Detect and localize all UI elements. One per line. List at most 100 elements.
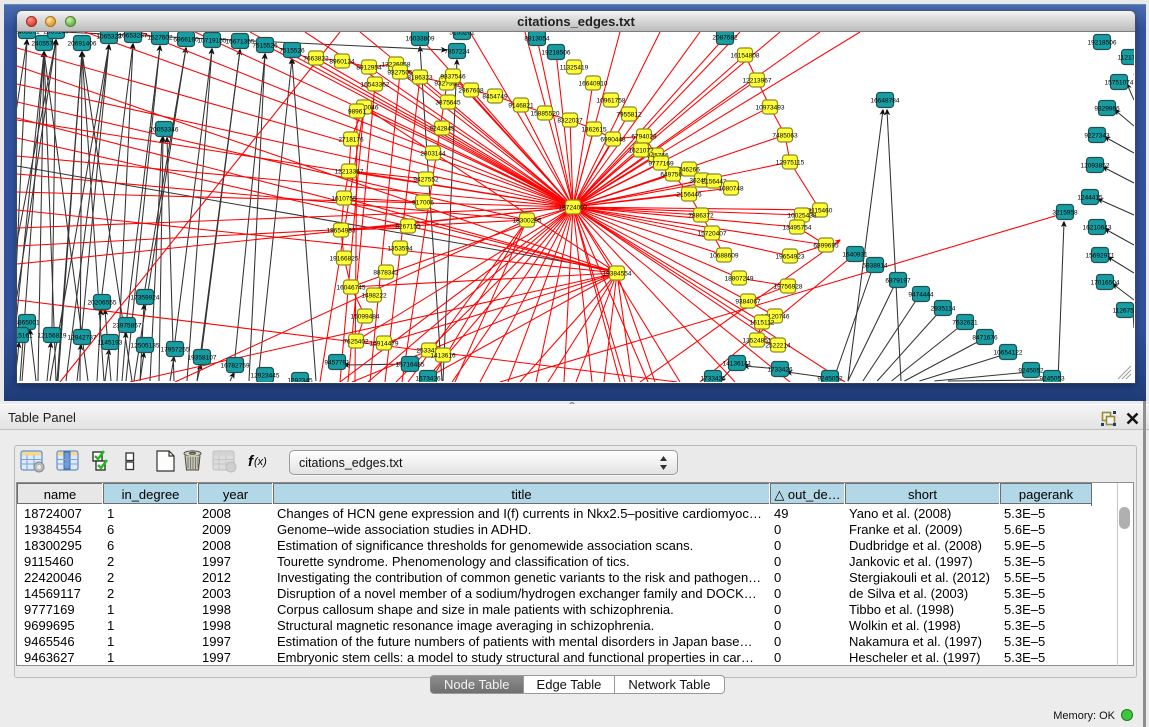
svg-text:6794028: 6794028 xyxy=(631,134,657,141)
svg-text:1244415: 1244415 xyxy=(1077,195,1103,202)
svg-text:9146821: 9146821 xyxy=(508,103,534,110)
svg-text:20206555: 20206555 xyxy=(88,300,117,307)
svg-text:7955812: 7955812 xyxy=(616,112,642,119)
svg-text:10654122: 10654122 xyxy=(994,350,1023,357)
svg-text:15716485: 15716485 xyxy=(396,362,425,369)
svg-text:20691406: 20691406 xyxy=(68,41,97,48)
svg-text:10653287: 10653287 xyxy=(119,33,148,40)
svg-text:7632621: 7632621 xyxy=(952,320,978,327)
svg-text:9327505: 9327505 xyxy=(387,70,413,77)
svg-text:9329966: 9329966 xyxy=(1094,106,1120,113)
svg-text:2522214: 2522214 xyxy=(765,343,791,350)
svg-text:3215958: 3215958 xyxy=(1052,210,1078,217)
svg-text:15720407: 15720407 xyxy=(698,231,727,238)
svg-text:2087682: 2087682 xyxy=(712,35,738,42)
svg-text:1733425: 1733425 xyxy=(700,376,726,383)
svg-text:1405571: 1405571 xyxy=(17,32,40,36)
svg-text:18724007: 18724007 xyxy=(559,205,588,212)
svg-text:917006: 917006 xyxy=(412,200,434,207)
svg-text:7485063: 7485063 xyxy=(772,133,798,140)
svg-text:17359924: 17359924 xyxy=(131,295,160,302)
svg-text:19654983: 19654983 xyxy=(327,228,356,235)
svg-text:2935114: 2935114 xyxy=(931,306,956,313)
svg-text:2405571: 2405571 xyxy=(31,41,57,48)
svg-text:7663822: 7663822 xyxy=(303,56,329,63)
svg-text:19166825: 19166825 xyxy=(330,256,359,263)
svg-text:19218506: 19218506 xyxy=(1088,40,1117,47)
svg-text:13495754: 13495754 xyxy=(783,225,812,232)
svg-text:7857224: 7857224 xyxy=(444,49,470,56)
svg-text:15099484: 15099484 xyxy=(351,314,380,321)
svg-text:98961: 98961 xyxy=(348,109,366,116)
svg-text:9227343: 9227343 xyxy=(1084,133,1110,140)
svg-text:10973493: 10973493 xyxy=(756,105,785,112)
svg-text:19756928: 19756928 xyxy=(774,284,803,291)
svg-text:1621072: 1621072 xyxy=(628,148,654,155)
svg-text:4865001: 4865001 xyxy=(17,320,40,327)
svg-text:16210643: 16210643 xyxy=(1083,225,1112,232)
svg-text:12156819: 12156819 xyxy=(38,333,67,340)
svg-text:1673426: 1673426 xyxy=(415,376,441,383)
svg-text:2803144: 2803144 xyxy=(420,151,446,158)
svg-text:18807249: 18807249 xyxy=(725,276,754,283)
svg-text:8322037: 8322037 xyxy=(557,118,583,125)
svg-text:15751074: 15751074 xyxy=(1105,80,1134,87)
svg-text:10025438: 10025438 xyxy=(788,213,817,220)
svg-text:23975857: 23975857 xyxy=(113,323,142,330)
svg-text:9245053: 9245053 xyxy=(1039,376,1065,383)
svg-text:16640910: 16640910 xyxy=(579,81,608,88)
svg-text:7515526: 7515526 xyxy=(279,48,305,55)
svg-text:2967608: 2967608 xyxy=(458,88,484,95)
svg-text:2156446: 2156446 xyxy=(676,192,702,199)
svg-text:8454749: 8454749 xyxy=(482,94,508,101)
svg-text:9384067: 9384067 xyxy=(735,299,761,306)
svg-text:2069140: 2069140 xyxy=(43,32,69,36)
svg-text:10688609: 10688609 xyxy=(710,253,739,260)
svg-text:16671355: 16671355 xyxy=(226,39,255,46)
svg-text:19358107: 19358107 xyxy=(188,355,217,362)
svg-text:18300295: 18300295 xyxy=(513,218,542,225)
svg-text:1615112: 1615112 xyxy=(750,320,775,327)
svg-text:17957255: 17957255 xyxy=(161,347,190,354)
svg-text:9777169: 9777169 xyxy=(648,161,674,168)
svg-text:1292345: 1292345 xyxy=(287,378,313,383)
svg-text:9457791: 9457791 xyxy=(324,360,350,367)
svg-text:1145193: 1145193 xyxy=(98,340,123,347)
svg-text:5938914: 5938914 xyxy=(862,263,888,270)
svg-text:19654923: 19654923 xyxy=(776,254,805,261)
svg-text:6990448: 6990448 xyxy=(600,137,626,144)
svg-text:3875645: 3875645 xyxy=(435,100,461,107)
svg-text:10719155: 10719155 xyxy=(198,38,227,45)
svg-text:1126753: 1126753 xyxy=(1113,308,1134,315)
svg-text:20053346: 20053346 xyxy=(150,127,179,134)
svg-text:8960124: 8960124 xyxy=(329,59,355,66)
svg-text:3915161: 3915161 xyxy=(17,333,33,340)
svg-text:1413616: 1413616 xyxy=(430,353,456,360)
svg-text:9245052: 9245052 xyxy=(817,376,843,383)
svg-text:1362615: 1362615 xyxy=(581,127,607,134)
svg-text:6879197: 6879197 xyxy=(885,278,911,285)
svg-text:12213367: 12213367 xyxy=(335,169,364,176)
svg-text:9337546: 9337546 xyxy=(440,74,466,81)
svg-text:8267155: 8267155 xyxy=(395,224,421,231)
svg-text:1498222: 1498222 xyxy=(361,293,387,300)
svg-text:1610755: 1610755 xyxy=(331,196,357,203)
svg-text:6966160: 6966160 xyxy=(173,37,199,44)
svg-text:9242845: 9242845 xyxy=(429,126,455,133)
svg-text:12975115: 12975115 xyxy=(776,160,805,167)
svg-text:16648784: 16648784 xyxy=(871,98,900,105)
svg-text:1353594: 1353594 xyxy=(387,246,413,253)
svg-text:19384554: 19384554 xyxy=(603,271,632,278)
svg-text:12093852: 12093852 xyxy=(1081,163,1110,170)
svg-text:17016504: 17016504 xyxy=(1091,280,1120,287)
svg-text:1527602: 1527602 xyxy=(147,35,173,42)
svg-text:1080748: 1080748 xyxy=(718,186,744,193)
svg-text:1733426: 1733426 xyxy=(767,367,793,374)
svg-text:16914479: 16914479 xyxy=(370,341,399,348)
svg-text:6899695: 6899695 xyxy=(813,243,839,250)
svg-text:19218506: 19218506 xyxy=(542,50,571,57)
svg-text:15692971: 15692971 xyxy=(1086,253,1115,260)
svg-text:16543362: 16543362 xyxy=(361,82,390,89)
svg-text:16154808: 16154808 xyxy=(731,53,760,60)
svg-text:16033809: 16033809 xyxy=(406,36,435,43)
